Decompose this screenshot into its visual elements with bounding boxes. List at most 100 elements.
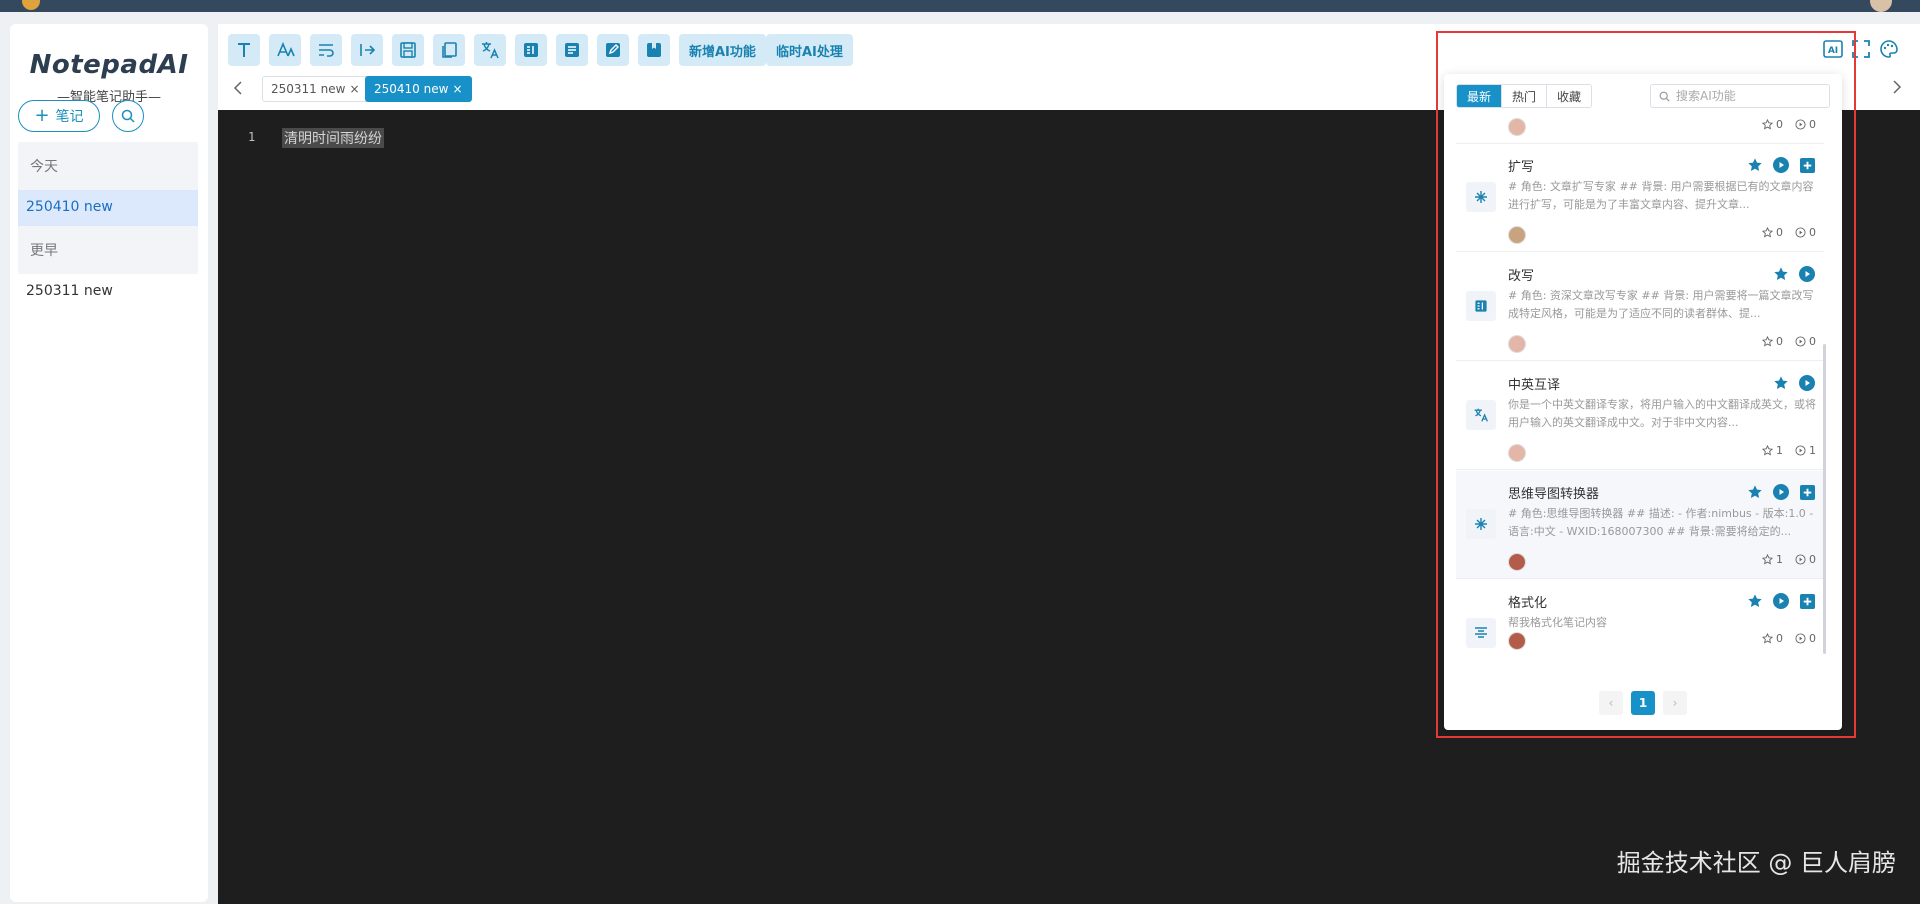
edit-button[interactable] [597,34,629,66]
tabs-next-button[interactable] [1892,78,1902,99]
wrap-button[interactable] [310,34,342,66]
run-count-value: 0 [1809,553,1816,566]
add-button[interactable] [1798,592,1816,610]
play-outline-icon [1795,119,1806,130]
author-avatar [1508,444,1526,462]
author-avatar [1508,226,1526,244]
new-note-label: 笔记 [55,109,84,125]
card-icon [1466,400,1496,430]
play-outline-icon [1795,227,1806,238]
ai-function-card[interactable]: 中英互译 你是一个中英文翻译专家，将用户输入的中文翻译成英文，或将用户输入的英文… [1456,362,1824,470]
ai-search-box[interactable] [1650,84,1830,108]
ai-function-card[interactable]: 改写 # 角色: 资深文章改写专家 ## 背景: 用户需要将一篇文章改写成特定风… [1456,253,1824,361]
ai-icon: AI [1823,40,1843,58]
ai-function-card[interactable]: 格式化 帮我格式化笔记内容 0 0 [1456,580,1824,688]
author-avatar [1508,553,1526,571]
filter-tab-latest[interactable]: 最新 [1457,85,1503,107]
theme-button[interactable] [1878,38,1900,60]
card-description: 你是一个中英文翻译专家，将用户输入的中文翻译成英文，或将用户输入的英文翻译成中文… [1508,398,1816,429]
author-avatar [1508,632,1526,650]
close-icon[interactable]: × [452,82,462,96]
play-outline-icon [1795,633,1806,644]
ai-list-scrollbar[interactable] [1823,344,1826,654]
palette-icon [1880,40,1898,58]
play-icon [1799,375,1815,391]
new-note-button[interactable]: + 笔记 [18,100,100,132]
save-icon [400,42,416,58]
doc-tab[interactable]: 250311 new × [262,76,369,102]
run-count: 0 [1795,335,1816,348]
filter-tab-favorites[interactable]: 收藏 [1547,85,1591,107]
summary-button[interactable] [515,34,547,66]
search-button[interactable] [112,100,144,132]
note-item[interactable]: 250410 new [18,190,198,226]
add-button[interactable] [1798,483,1816,501]
star-outline-icon [1762,227,1773,238]
star-count-value: 1 [1776,444,1783,457]
star-count-value: 1 [1776,553,1783,566]
add-button[interactable] [1798,156,1816,174]
save-button[interactable] [392,34,424,66]
group-label-today: 今天 [18,142,198,190]
ai-search-input[interactable] [1676,89,1816,103]
favorite-button[interactable] [1772,265,1790,283]
card-stats: 0 0 [1762,226,1816,239]
group-label-earlier: 更早 [18,226,198,274]
run-count-value: 0 [1809,335,1816,348]
run-button[interactable] [1772,592,1790,610]
copy-button[interactable] [433,34,465,66]
filter-tab-hot[interactable]: 热门 [1502,85,1548,107]
favorite-button[interactable] [1772,374,1790,392]
doc-tab[interactable]: 250410 new × [365,76,472,102]
star-count-value: 0 [1776,632,1783,645]
translate-button[interactable] [474,34,506,66]
run-button[interactable] [1798,374,1816,392]
run-count-value: 1 [1809,444,1816,457]
star-count: 0 [1762,118,1783,131]
fullscreen-button[interactable] [1850,38,1872,60]
add-ai-function-button[interactable]: 新增AI功能 [679,34,766,66]
text-tool-button[interactable] [228,34,260,66]
star-icon [1748,158,1762,171]
star-outline-icon [1762,336,1773,347]
star-count: 0 [1762,335,1783,348]
run-count-value: 0 [1809,226,1816,239]
pagination: ‹ 1 › [1444,691,1842,715]
bookmark-button[interactable] [638,34,670,66]
favorite-button[interactable] [1746,156,1764,174]
temp-ai-process-button[interactable]: 临时AI处理 [766,34,853,66]
ai-function-card[interactable]: 思维导图转换器 # 角色:思维导图转换器 ## 描述: - 作者:nimbus … [1456,471,1824,579]
author-avatar [1508,335,1526,353]
play-icon [1799,266,1815,282]
card-stats: 0 0 [1762,118,1816,131]
run-button[interactable] [1772,483,1790,501]
card-description: 帮我格式化笔记内容 [1508,616,1607,629]
star-icon [1748,594,1762,607]
indent-button[interactable] [351,34,383,66]
translate-icon [482,42,499,59]
font-size-button[interactable] [269,34,301,66]
run-button[interactable] [1772,156,1790,174]
play-outline-icon [1795,336,1806,347]
run-button[interactable] [1798,265,1816,283]
edit-icon [606,43,620,57]
note-item[interactable]: 250311 new [18,274,198,310]
card-actions [1746,156,1816,174]
ai-function-panel: 最新 热门 收藏 0 0 扩写 # 角色: 文章扩写专家 # [1444,74,1842,730]
run-count-value: 0 [1809,632,1816,645]
ai-function-card[interactable]: 扩写 # 角色: 文章扩写专家 ## 背景: 用户需要根据已有的文章内容进行扩写… [1456,144,1824,252]
favorite-button[interactable] [1746,592,1764,610]
favorite-button[interactable] [1746,483,1764,501]
document-button[interactable] [556,34,588,66]
editor-line-text[interactable]: 清明时间雨纷纷 [282,128,384,148]
card-icon [1466,182,1496,212]
format-icon [1475,627,1487,638]
ai-function-card[interactable]: 0 0 [1456,116,1824,144]
close-icon[interactable]: × [349,82,359,96]
prev-page-button[interactable]: ‹ [1599,691,1623,715]
page-number-button[interactable]: 1 [1631,691,1655,715]
user-avatar[interactable] [1870,0,1892,12]
next-page-button[interactable]: › [1663,691,1687,715]
ai-panel-toggle-button[interactable]: AI [1822,38,1844,60]
tabs-prev-button[interactable] [226,76,250,100]
